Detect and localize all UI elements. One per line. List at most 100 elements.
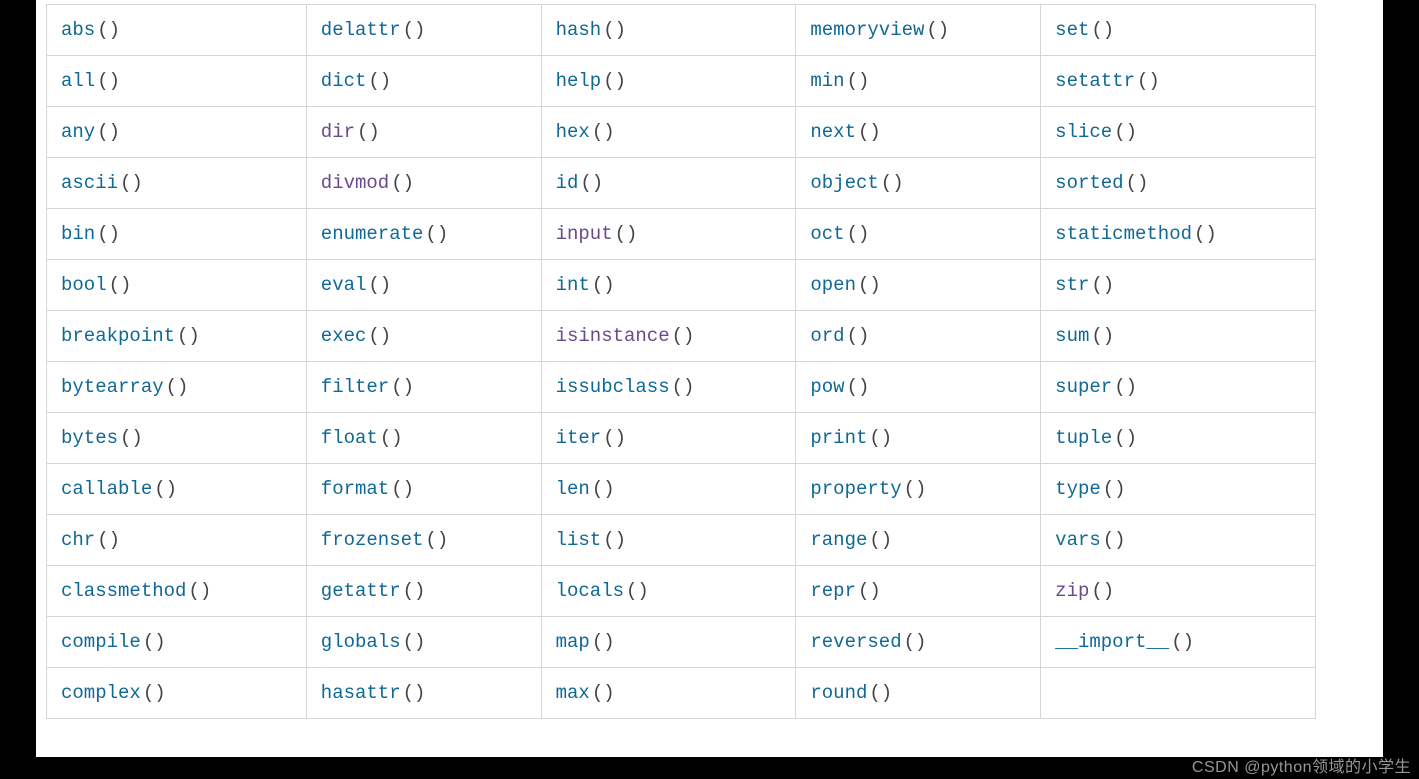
function-name: bin bbox=[61, 223, 95, 245]
function-name: sum bbox=[1055, 325, 1089, 347]
function-cell[interactable]: oct() bbox=[796, 209, 1041, 260]
function-cell[interactable]: slice() bbox=[1041, 107, 1316, 158]
function-cell[interactable]: sorted() bbox=[1041, 158, 1316, 209]
function-cell[interactable]: open() bbox=[796, 260, 1041, 311]
function-cell[interactable]: type() bbox=[1041, 464, 1316, 515]
function-cell[interactable]: setattr() bbox=[1041, 56, 1316, 107]
function-cell[interactable]: vars() bbox=[1041, 515, 1316, 566]
function-cell[interactable]: max() bbox=[541, 668, 796, 719]
function-cell[interactable]: reversed() bbox=[796, 617, 1041, 668]
function-name: delattr bbox=[321, 19, 401, 41]
function-cell[interactable]: help() bbox=[541, 56, 796, 107]
function-cell[interactable]: int() bbox=[541, 260, 796, 311]
function-cell[interactable]: super() bbox=[1041, 362, 1316, 413]
paren: () bbox=[357, 121, 380, 143]
function-name: object bbox=[810, 172, 878, 194]
function-cell[interactable]: map() bbox=[541, 617, 796, 668]
function-name: int bbox=[556, 274, 590, 296]
function-name: globals bbox=[321, 631, 401, 653]
function-cell[interactable]: min() bbox=[796, 56, 1041, 107]
function-cell[interactable]: iter() bbox=[541, 413, 796, 464]
function-name: hex bbox=[556, 121, 590, 143]
function-cell[interactable]: any() bbox=[47, 107, 307, 158]
paren: () bbox=[869, 682, 892, 704]
function-cell[interactable]: breakpoint() bbox=[47, 311, 307, 362]
function-cell[interactable]: sum() bbox=[1041, 311, 1316, 362]
function-cell[interactable]: complex() bbox=[47, 668, 307, 719]
function-cell[interactable]: eval() bbox=[306, 260, 541, 311]
function-cell[interactable]: hasattr() bbox=[306, 668, 541, 719]
function-cell[interactable]: next() bbox=[796, 107, 1041, 158]
function-cell[interactable]: globals() bbox=[306, 617, 541, 668]
paren: () bbox=[109, 274, 132, 296]
function-cell[interactable]: range() bbox=[796, 515, 1041, 566]
function-cell[interactable]: getattr() bbox=[306, 566, 541, 617]
table-row: complex()hasattr()max()round() bbox=[47, 668, 1316, 719]
function-cell[interactable]: zip() bbox=[1041, 566, 1316, 617]
function-cell[interactable]: locals() bbox=[541, 566, 796, 617]
function-cell[interactable]: bytearray() bbox=[47, 362, 307, 413]
paren: () bbox=[626, 580, 649, 602]
paren: () bbox=[592, 631, 615, 653]
function-cell[interactable]: hex() bbox=[541, 107, 796, 158]
function-cell[interactable]: id() bbox=[541, 158, 796, 209]
function-cell[interactable]: property() bbox=[796, 464, 1041, 515]
paren: () bbox=[1137, 70, 1160, 92]
function-cell[interactable]: list() bbox=[541, 515, 796, 566]
function-cell[interactable]: exec() bbox=[306, 311, 541, 362]
function-cell[interactable]: __import__() bbox=[1041, 617, 1316, 668]
function-name: isinstance bbox=[556, 325, 670, 347]
paren: () bbox=[858, 121, 881, 143]
function-cell[interactable]: issubclass() bbox=[541, 362, 796, 413]
function-cell[interactable]: ascii() bbox=[47, 158, 307, 209]
function-cell[interactable]: abs() bbox=[47, 5, 307, 56]
table-row: abs()delattr()hash()memoryview()set() bbox=[47, 5, 1316, 56]
function-cell[interactable]: enumerate() bbox=[306, 209, 541, 260]
function-cell[interactable]: bool() bbox=[47, 260, 307, 311]
function-name: next bbox=[810, 121, 856, 143]
function-cell[interactable]: chr() bbox=[47, 515, 307, 566]
function-name: repr bbox=[810, 580, 856, 602]
function-name: open bbox=[810, 274, 856, 296]
function-name: getattr bbox=[321, 580, 401, 602]
function-cell[interactable]: divmod() bbox=[306, 158, 541, 209]
function-cell[interactable]: pow() bbox=[796, 362, 1041, 413]
function-cell[interactable]: ord() bbox=[796, 311, 1041, 362]
function-cell[interactable]: dir() bbox=[306, 107, 541, 158]
function-cell[interactable]: set() bbox=[1041, 5, 1316, 56]
function-cell[interactable]: staticmethod() bbox=[1041, 209, 1316, 260]
function-cell[interactable]: str() bbox=[1041, 260, 1316, 311]
function-cell[interactable]: delattr() bbox=[306, 5, 541, 56]
function-cell[interactable]: repr() bbox=[796, 566, 1041, 617]
function-cell[interactable]: callable() bbox=[47, 464, 307, 515]
function-name: locals bbox=[556, 580, 624, 602]
function-cell[interactable]: memoryview() bbox=[796, 5, 1041, 56]
function-cell[interactable]: tuple() bbox=[1041, 413, 1316, 464]
function-cell[interactable]: len() bbox=[541, 464, 796, 515]
function-cell[interactable]: frozenset() bbox=[306, 515, 541, 566]
paren: () bbox=[603, 70, 626, 92]
function-cell[interactable]: compile() bbox=[47, 617, 307, 668]
table-row: chr()frozenset()list()range()vars() bbox=[47, 515, 1316, 566]
function-cell[interactable]: float() bbox=[306, 413, 541, 464]
paren: () bbox=[143, 631, 166, 653]
paren: () bbox=[603, 529, 626, 551]
table-row: compile()globals()map()reversed()__impor… bbox=[47, 617, 1316, 668]
function-cell[interactable]: object() bbox=[796, 158, 1041, 209]
function-cell[interactable]: dict() bbox=[306, 56, 541, 107]
function-cell[interactable]: filter() bbox=[306, 362, 541, 413]
function-cell[interactable]: classmethod() bbox=[47, 566, 307, 617]
paren: () bbox=[869, 529, 892, 551]
function-cell[interactable]: bin() bbox=[47, 209, 307, 260]
function-name: max bbox=[556, 682, 590, 704]
function-cell[interactable]: all() bbox=[47, 56, 307, 107]
function-cell[interactable]: isinstance() bbox=[541, 311, 796, 362]
function-cell[interactable]: input() bbox=[541, 209, 796, 260]
function-cell[interactable]: format() bbox=[306, 464, 541, 515]
function-cell[interactable]: bytes() bbox=[47, 413, 307, 464]
function-name: hash bbox=[556, 19, 602, 41]
function-cell[interactable]: round() bbox=[796, 668, 1041, 719]
paren: () bbox=[368, 70, 391, 92]
function-cell[interactable]: print() bbox=[796, 413, 1041, 464]
function-cell[interactable]: hash() bbox=[541, 5, 796, 56]
